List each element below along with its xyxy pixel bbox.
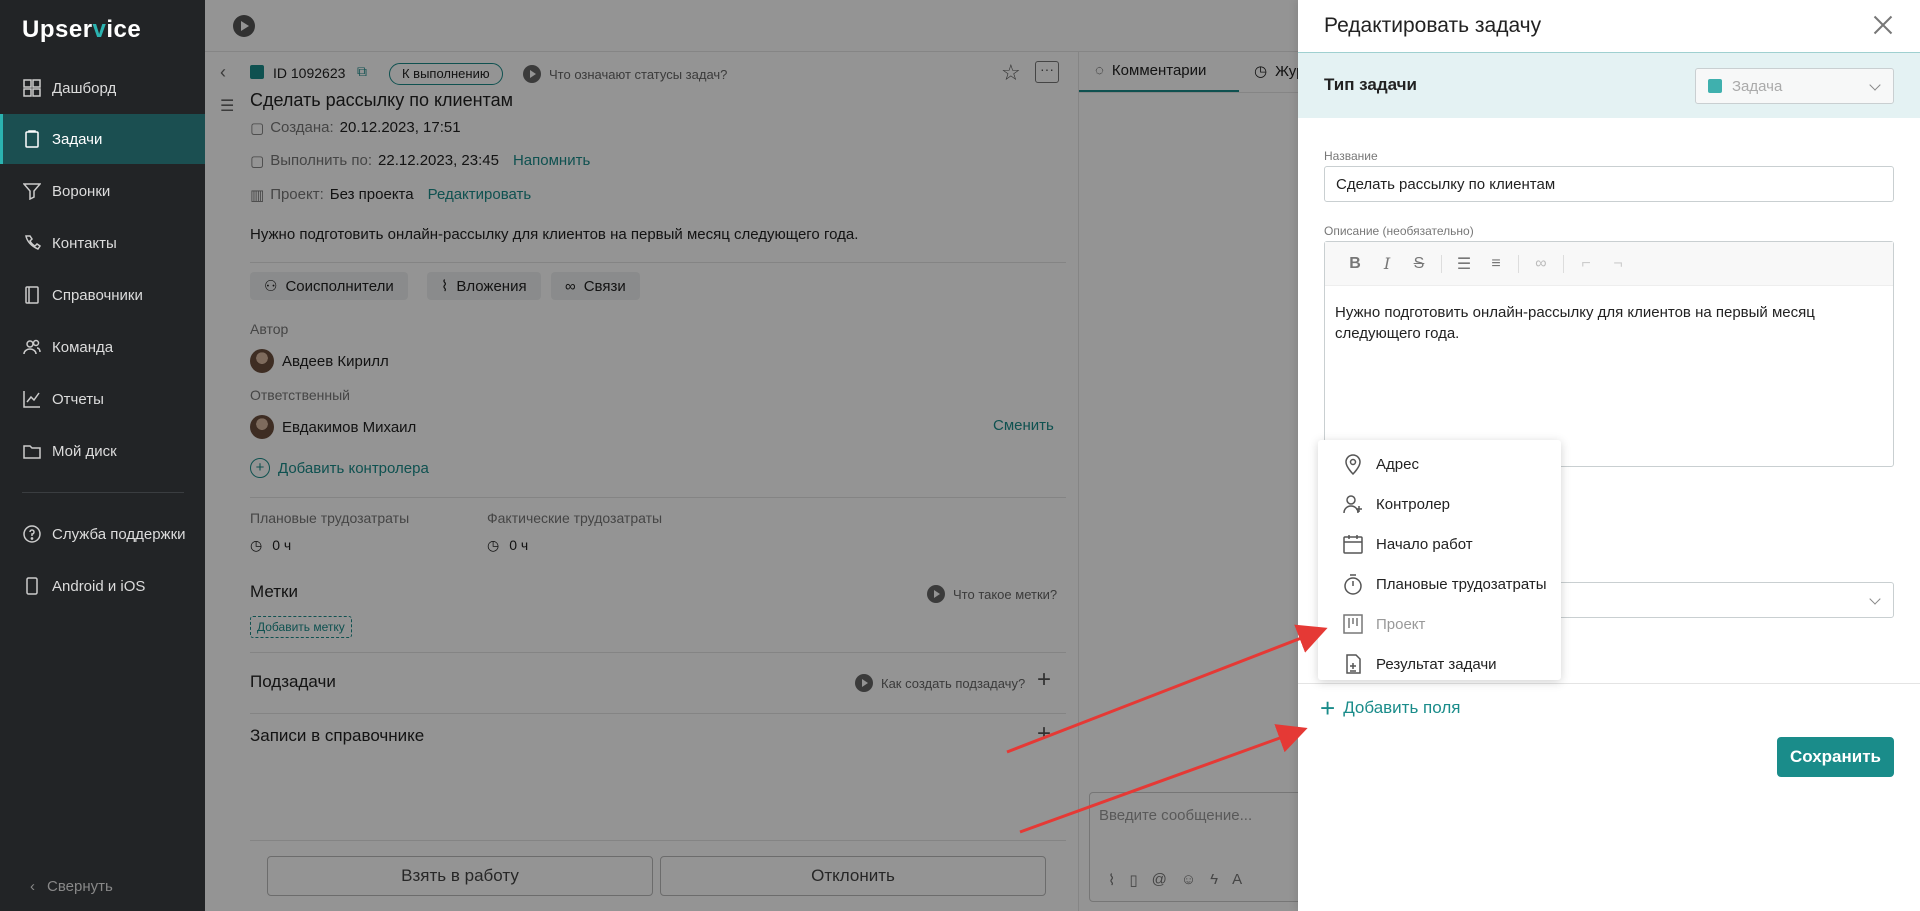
name-input[interactable]: Сделать рассылку по клиентам	[1324, 166, 1894, 202]
editor-toolbar: B I S ☰ ≡ ∞ ⌐ ¬	[1325, 242, 1893, 286]
task-type-icon	[1708, 79, 1722, 93]
chevron-left-icon: ‹	[30, 878, 35, 895]
dropdown-item-controller[interactable]: Контролер	[1318, 484, 1561, 524]
tasks-icon	[22, 129, 42, 149]
sidebar-item-contacts[interactable]: Контакты	[0, 218, 205, 268]
redo-icon[interactable]: ¬	[1602, 250, 1634, 278]
document-result-icon	[1342, 653, 1364, 675]
task-type-select[interactable]: Задача	[1695, 68, 1894, 104]
description-label: Описание (необязательно)	[1324, 224, 1474, 238]
sidebar-item-label: Отчеты	[52, 390, 104, 408]
chart-icon	[22, 389, 42, 409]
task-type-bar: Тип задачи Задача	[1298, 52, 1920, 118]
collapse-sidebar-button[interactable]: ‹ Свернуть	[30, 878, 113, 895]
dashboard-icon	[22, 78, 42, 98]
funnel-icon	[22, 181, 42, 201]
sidebar-item-label: Справочники	[52, 286, 143, 304]
team-icon	[22, 337, 42, 357]
sidebar-item-label: Воронки	[52, 182, 111, 200]
dropdown-item-project: Проект	[1318, 604, 1561, 644]
modal-backdrop[interactable]	[205, 0, 1298, 911]
italic-icon[interactable]: I	[1371, 250, 1403, 278]
project-board-icon	[1342, 613, 1364, 635]
dropdown-item-planned-effort[interactable]: Плановые трудозатраты	[1318, 564, 1561, 604]
sidebar-item-label: Команда	[52, 338, 114, 356]
sidebar-item-label: Дашборд	[52, 79, 117, 97]
stopwatch-icon	[1342, 573, 1364, 595]
numbered-list-icon[interactable]: ≡	[1480, 250, 1512, 278]
sidebar-item-my-disk[interactable]: Мой диск	[0, 426, 205, 476]
name-label: Название	[1324, 149, 1378, 163]
chevron-down-icon	[1869, 79, 1881, 91]
folder-icon	[22, 441, 42, 461]
map-pin-icon	[1342, 453, 1364, 475]
phone-icon	[22, 576, 42, 596]
calendar-icon	[1342, 533, 1364, 555]
toolbar-separator	[1563, 254, 1564, 273]
add-fields-button[interactable]: + Добавить поля	[1320, 693, 1460, 723]
sidebar-item-directories[interactable]: Справочники	[0, 270, 205, 320]
dropdown-item-start-date[interactable]: Начало работ	[1318, 524, 1561, 564]
sidebar-item-label: Мой диск	[52, 442, 117, 460]
book-icon	[22, 285, 42, 305]
link-icon[interactable]: ∞	[1525, 250, 1557, 278]
help-circle-icon	[22, 524, 42, 544]
sidebar-item-team[interactable]: Команда	[0, 322, 205, 372]
toolbar-separator	[1441, 254, 1442, 273]
user-plus-icon	[1342, 493, 1364, 515]
plus-icon: +	[1320, 693, 1336, 723]
logo[interactable]: Upservice	[22, 16, 141, 44]
sidebar-item-funnels[interactable]: Воронки	[0, 166, 205, 216]
sidebar-item-reports[interactable]: Отчеты	[0, 374, 205, 424]
chevron-down-icon	[1869, 593, 1881, 605]
toolbar-separator	[1518, 254, 1519, 273]
sidebar-item-label: Android и iOS	[52, 577, 146, 595]
sidebar: Upservice Дашборд Задачи Воронки Контакт…	[0, 0, 205, 911]
sidebar-item-dashboard[interactable]: Дашборд	[0, 63, 205, 113]
bullet-list-icon[interactable]: ☰	[1448, 250, 1480, 278]
add-fields-dropdown: Адрес Контролер Начало работ Плановые тр…	[1318, 440, 1561, 680]
contacts-icon	[22, 233, 42, 253]
sidebar-item-support[interactable]: Служба поддержки	[0, 509, 205, 559]
dropdown-item-task-result[interactable]: Результат задачи	[1318, 644, 1561, 684]
sidebar-divider	[22, 492, 184, 493]
sidebar-item-tasks[interactable]: Задачи	[0, 114, 205, 164]
strikethrough-icon[interactable]: S	[1403, 250, 1435, 278]
close-icon[interactable]	[1868, 10, 1898, 40]
sidebar-item-label: Служба поддержки	[52, 525, 186, 543]
bold-icon[interactable]: B	[1339, 250, 1371, 278]
sidebar-item-label: Задачи	[52, 130, 103, 148]
dropdown-item-address[interactable]: Адрес	[1318, 444, 1561, 484]
save-button[interactable]: Сохранить	[1777, 737, 1894, 777]
sidebar-item-mobile-apps[interactable]: Android и iOS	[0, 561, 205, 611]
task-type-label: Тип задачи	[1324, 75, 1418, 94]
panel-title: Редактировать задачу	[1324, 14, 1542, 37]
description-editor[interactable]: B I S ☰ ≡ ∞ ⌐ ¬ Нужно подготовить онлайн…	[1324, 241, 1894, 467]
description-text: Нужно подготовить онлайн-рассылку для кл…	[1335, 304, 1815, 342]
undo-icon[interactable]: ⌐	[1570, 250, 1602, 278]
sidebar-item-label: Контакты	[52, 234, 117, 252]
